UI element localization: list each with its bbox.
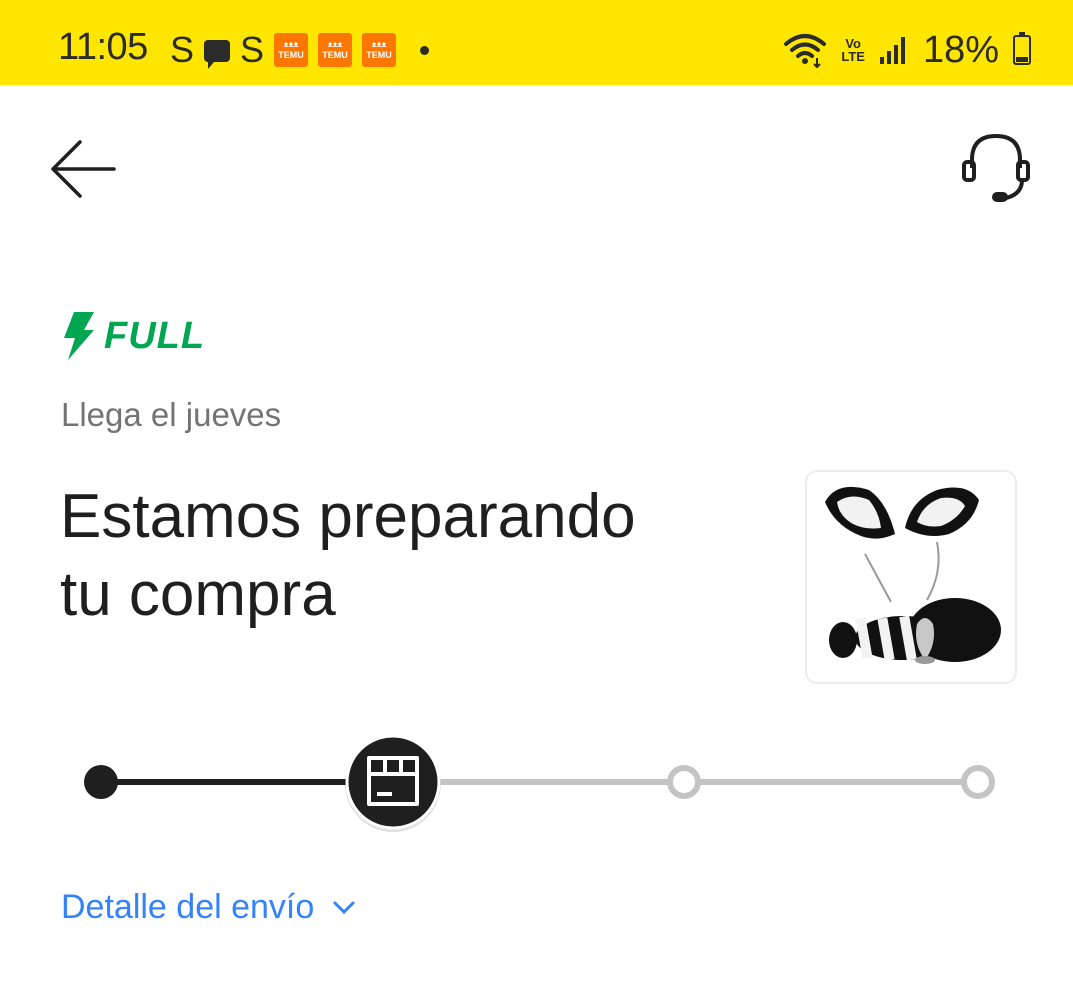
wifi-icon: [784, 34, 827, 68]
system-icons: Vo LTE 18%: [783, 28, 1031, 72]
headset-icon: [962, 133, 1030, 202]
status-time: 11:05: [58, 26, 148, 68]
full-badge-label: FULL: [104, 314, 206, 357]
step-shipped-dot: [667, 765, 701, 799]
s-app-icon: S: [240, 29, 265, 70]
chevron-down-icon: [333, 901, 355, 914]
product-thumbnail[interactable]: [805, 470, 1017, 684]
temu-icon: ᴥᴥᴥ TEMU: [318, 33, 353, 67]
delivery-eta: Llega el jueves: [61, 396, 282, 433]
lightning-bolt-icon: [64, 312, 94, 360]
temu-icon: ᴥᴥᴥ TEMU: [362, 33, 397, 67]
shipment-status-title: Estamos preparando tu compra: [60, 478, 780, 634]
signal-icon: [879, 37, 905, 64]
s-app-icon: S: [170, 29, 195, 70]
step-preparing-current: [345, 734, 441, 832]
back-button[interactable]: [48, 138, 120, 200]
arrow-left-icon: [51, 140, 116, 198]
step-ordered-dot: [84, 765, 118, 799]
headline-line-1: Estamos preparando: [60, 482, 636, 551]
volte-icon: Vo LTE: [841, 36, 865, 64]
shipping-detail-toggle[interactable]: Detalle del envío: [61, 888, 356, 927]
battery-percent: 18%: [922, 28, 999, 71]
battery-icon: [1013, 32, 1031, 65]
step-delivered-dot: [961, 765, 995, 799]
headline-line-2: tu compra: [60, 560, 336, 629]
message-icon: [204, 40, 231, 69]
shipping-detail-label: Detalle del envío: [61, 888, 315, 926]
product-image: [825, 486, 1001, 664]
shipment-progress-tracker: [84, 734, 995, 832]
help-support-button[interactable]: [958, 128, 1034, 208]
full-shipping-badge: FULL: [60, 312, 205, 360]
notification-icons: S S ᴥᴥᴥ TEMU ᴥᴥᴥ TEMU ᴥᴥᴥ TEMU: [170, 28, 430, 72]
temu-icon: ᴥᴥᴥ TEMU: [274, 33, 309, 67]
more-notifications-dot-icon: [420, 45, 430, 55]
status-bar: 11:05 S S ᴥᴥᴥ TEMU ᴥᴥᴥ TEMU ᴥᴥᴥ TEMU Vo …: [0, 0, 1073, 85]
